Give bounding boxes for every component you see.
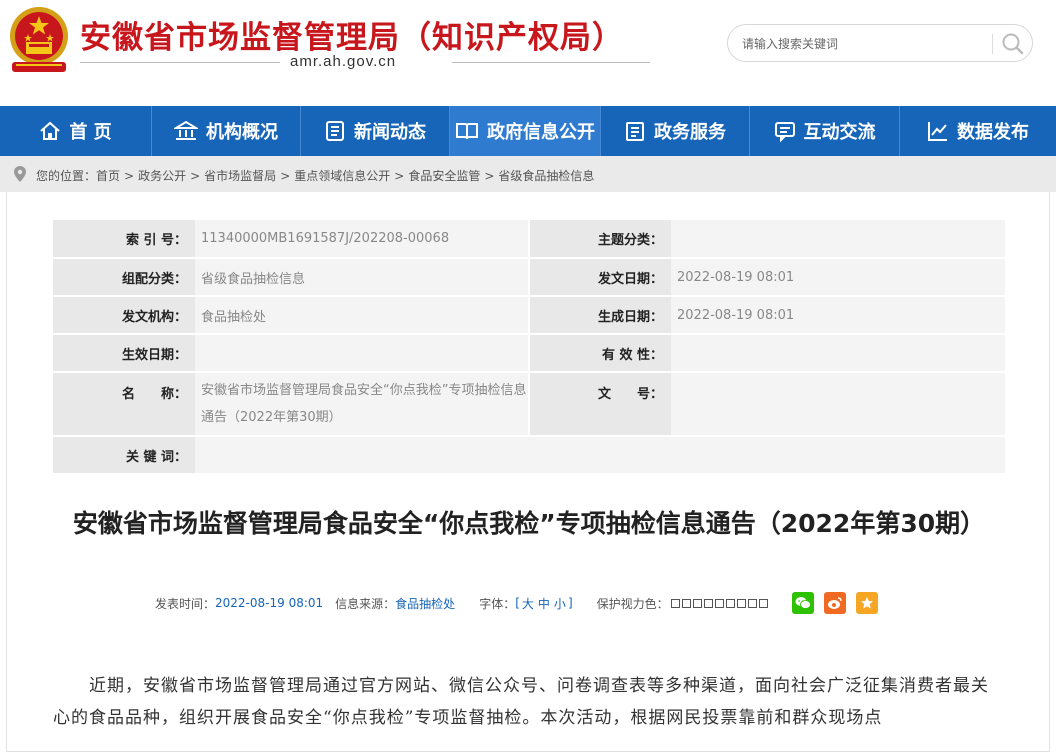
nav-interaction[interactable]: 互动交流 <box>750 106 900 156</box>
font-size-label: 字体： <box>479 596 516 611</box>
metadata-table: 索 引 号： 11340000MB1691587J/202208-00068 主… <box>53 220 1005 475</box>
font-medium-button[interactable]: 中 <box>538 595 550 612</box>
favorite-star-icon[interactable] <box>855 592 878 614</box>
nav-label: 互动交流 <box>803 122 876 143</box>
color-swatch[interactable] <box>714 598 724 608</box>
book-icon <box>456 123 478 140</box>
meta-label: 发文日期： <box>529 258 671 297</box>
main-nav: 首 页 机构概况 新闻动态 政府信息公开 政务服务 互动交流 数据发布 <box>0 106 1056 156</box>
meta-value: 2022-08-19 08:01 <box>671 258 1005 297</box>
national-emblem-icon <box>10 7 68 72</box>
eye-care-swatches <box>670 598 768 608</box>
search-icon[interactable] <box>1000 31 1026 57</box>
meta-value: 食品抽检处 <box>195 296 530 335</box>
breadcrumb-link[interactable]: 政务公开 <box>138 169 186 183</box>
meta-label: 主题分类： <box>529 220 671 259</box>
breadcrumb-link[interactable]: 首页 <box>96 169 120 183</box>
wechat-share-icon[interactable] <box>791 592 814 614</box>
news-icon <box>326 121 344 141</box>
home-icon <box>40 121 61 140</box>
meta-label: 发文机构： <box>53 296 195 335</box>
meta-label: 生成日期： <box>529 296 671 335</box>
weibo-share-icon[interactable] <box>823 592 846 614</box>
meta-value: 11340000MB1691587J/202208-00068 <box>195 220 530 259</box>
meta-label: 有 效 性： <box>529 334 671 373</box>
table-row: 生效日期： 有 效 性： <box>53 334 1005 373</box>
breadcrumb-prefix: 您的位置： <box>36 169 97 183</box>
location-pin-icon <box>14 166 26 182</box>
site-title: 安徽省市场监督管理局（知识产权局） <box>80 20 624 56</box>
font-small-button[interactable]: 小 <box>554 595 566 612</box>
divider <box>452 62 650 63</box>
article-body: 近期，安徽省市场监督管理局通过官方网站、微信公众号、问卷调查表等多种渠道，面向社… <box>53 676 989 728</box>
search-box <box>727 24 1033 62</box>
chart-icon <box>928 122 947 141</box>
site-domain: amr.ah.gov.cn <box>290 53 397 70</box>
article-info-bar: 发表时间： 2022-08-19 08:01 信息来源： 食品抽检处 字体： [… <box>155 592 878 614</box>
breadcrumb-link[interactable]: 重点领域信息公开 <box>294 169 390 183</box>
nav-data[interactable]: 数据发布 <box>900 106 1056 156</box>
domain-row: amr.ah.gov.cn <box>80 52 650 72</box>
breadcrumb: 您的位置：首页 > 政务公开 > 省市场监督局 > 重点领域信息公开 > 食品安全监管 > 省级食品… <box>0 156 1056 192</box>
source-value: 食品抽检处 <box>395 596 456 611</box>
meta-label: 关 键 词： <box>53 436 195 475</box>
eye-care-label: 保护视力色： <box>596 596 669 611</box>
color-swatch[interactable] <box>681 598 691 608</box>
color-swatch[interactable] <box>747 598 757 608</box>
site-header: 安徽省市场监督管理局（知识产权局） amr.ah.gov.cn <box>0 0 1056 106</box>
meta-label: 文 号： <box>529 372 671 437</box>
pubtime-label: 发表时间： <box>155 596 216 611</box>
nav-label: 新闻动态 <box>354 122 426 143</box>
breadcrumb-link[interactable]: 食品安全监管 <box>408 169 480 183</box>
table-row: 名 称： 安徽省市场监督管理局食品安全“你点我检”专项抽检信息通告（2022年第… <box>53 372 1005 437</box>
table-row: 索 引 号： 11340000MB1691587J/202208-00068 主… <box>53 220 1005 259</box>
meta-value: 省级食品抽检信息 <box>195 258 530 297</box>
nav-about[interactable]: 机构概况 <box>152 106 301 156</box>
meta-value <box>195 436 1005 475</box>
font-large-button[interactable]: 大 <box>522 595 534 612</box>
nav-label: 数据发布 <box>957 122 1029 143</box>
color-swatch[interactable] <box>725 598 735 608</box>
meta-value <box>671 372 1005 437</box>
article-title: 安徽省市场监督管理局食品安全“你点我检”专项抽检信息通告（2022年第30期） <box>72 509 986 538</box>
meta-label: 名 称： <box>53 372 195 437</box>
share-buttons <box>791 592 878 614</box>
nav-label: 机构概况 <box>206 122 278 143</box>
color-swatch[interactable] <box>670 598 680 608</box>
breadcrumb-link[interactable]: 省级食品抽检信息 <box>498 169 594 183</box>
meta-value <box>671 220 1005 259</box>
source-label: 信息来源： <box>335 596 396 611</box>
pubtime-value: 2022-08-19 08:01 <box>215 596 324 610</box>
nav-label: 政府信息公开 <box>487 122 595 143</box>
content-panel: 索 引 号： 11340000MB1691587J/202208-00068 主… <box>6 192 1050 752</box>
meta-value <box>671 334 1005 373</box>
meta-value: 安徽省市场监督管理局食品安全“你点我检”专项抽检信息通告（2022年第30期） <box>195 372 530 437</box>
divider <box>80 62 280 63</box>
meta-label: 索 引 号： <box>53 220 195 259</box>
color-swatch[interactable] <box>703 598 713 608</box>
meta-value: 2022-08-19 08:01 <box>671 296 1005 335</box>
breadcrumb-link[interactable]: 省市场监督局 <box>204 169 276 183</box>
nav-home[interactable]: 首 页 <box>0 106 152 156</box>
nav-gov-info[interactable]: 政府信息公开 <box>450 106 601 156</box>
meta-value <box>195 334 530 373</box>
color-swatch[interactable] <box>758 598 768 608</box>
nav-services[interactable]: 政务服务 <box>601 106 750 156</box>
divider <box>992 34 993 54</box>
table-row: 发文机构： 食品抽检处 生成日期： 2022-08-19 08:01 <box>53 296 1005 335</box>
nav-news[interactable]: 新闻动态 <box>301 106 450 156</box>
nav-label: 政务服务 <box>654 122 726 143</box>
meta-label: 组配分类： <box>53 258 195 297</box>
nav-label: 首 页 <box>69 122 112 143</box>
table-row: 关 键 词： <box>53 436 1005 475</box>
bank-icon <box>174 120 198 140</box>
color-swatch[interactable] <box>736 598 746 608</box>
clipboard-icon <box>626 122 644 141</box>
table-row: 组配分类： 省级食品抽检信息 发文日期： 2022-08-19 08:01 <box>53 258 1005 297</box>
meta-label: 生效日期： <box>53 334 195 373</box>
chat-icon <box>774 122 795 142</box>
search-input[interactable] <box>742 34 992 54</box>
color-swatch[interactable] <box>692 598 702 608</box>
